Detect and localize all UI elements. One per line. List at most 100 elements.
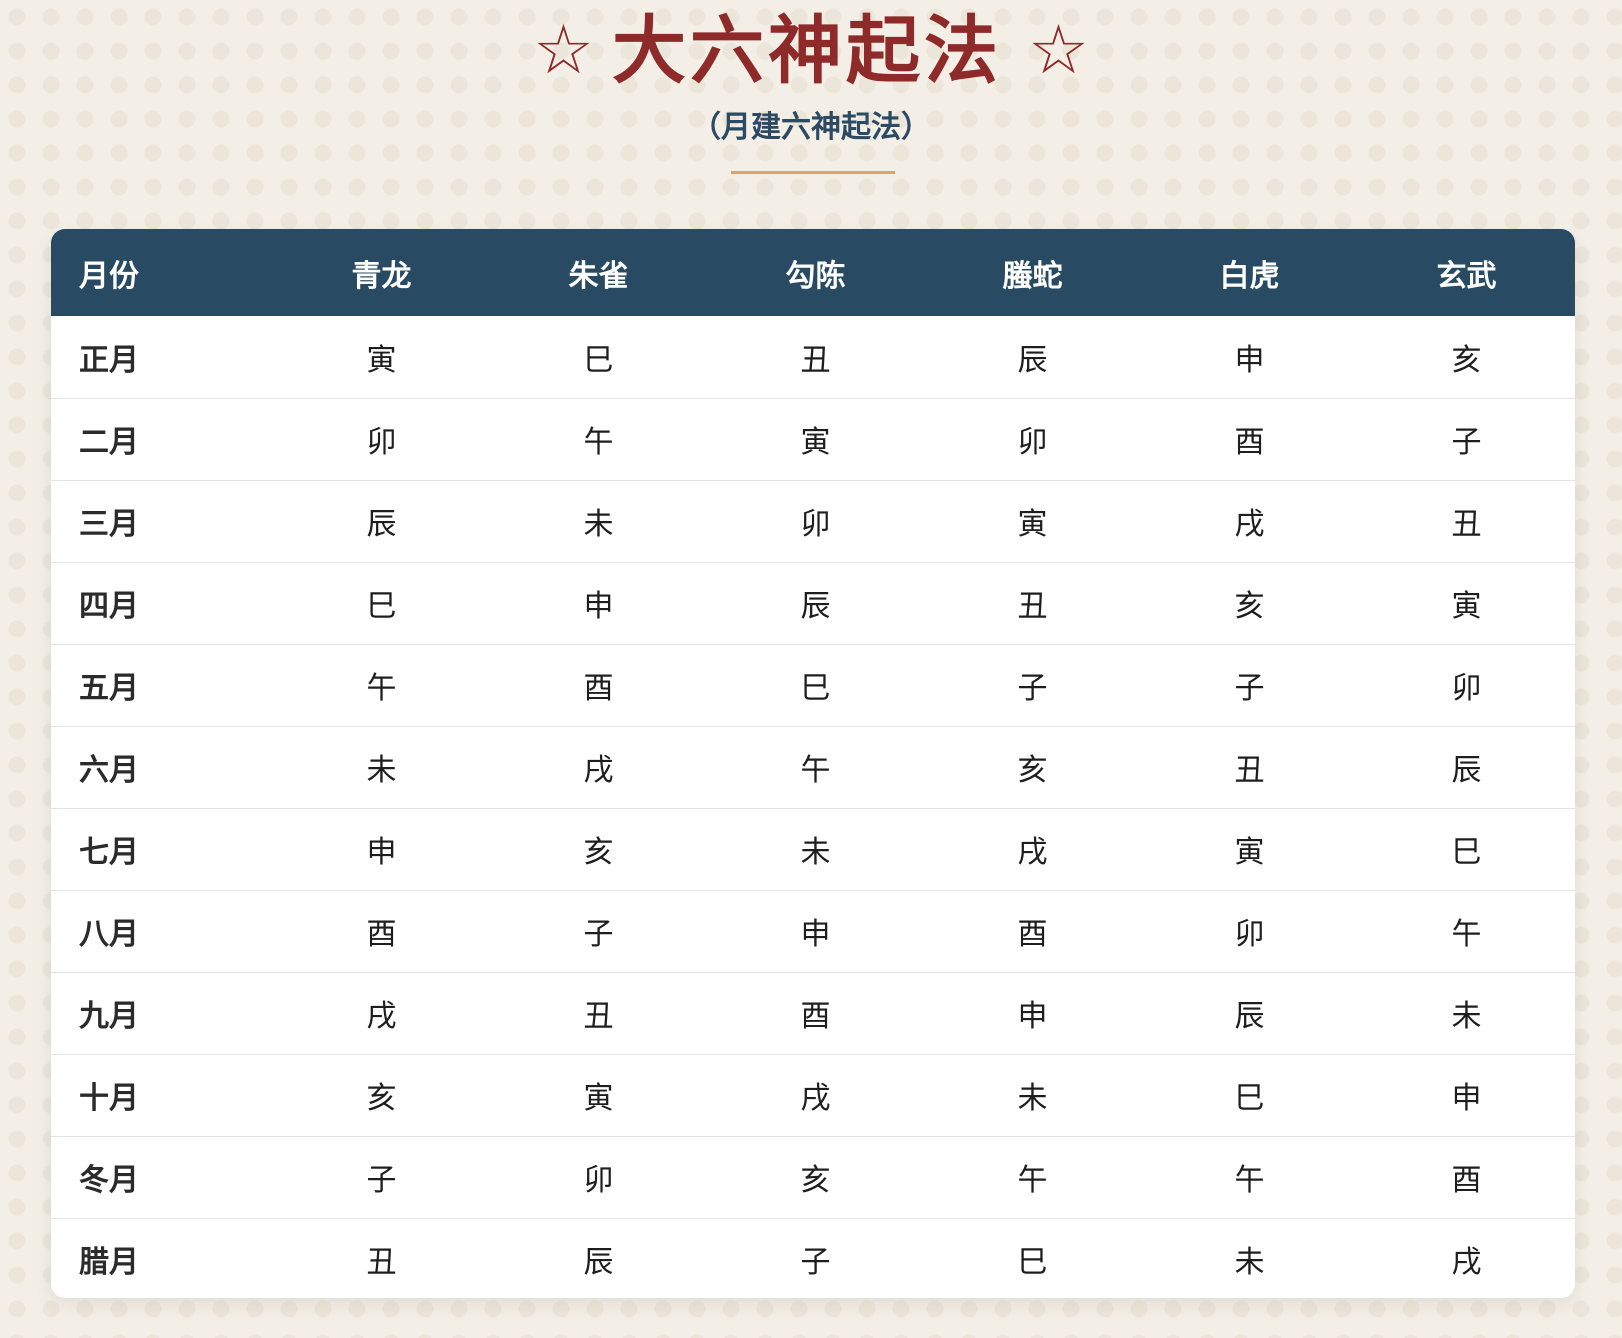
table-cell: 子 (800, 1245, 831, 1281)
table-cell: 未 (800, 835, 831, 870)
table-cell: 子 (583, 917, 614, 952)
table-cell: 丑 (583, 999, 614, 1034)
table-cell: 申 (366, 835, 397, 870)
column-header: 勾陈 (785, 258, 846, 294)
table-cell: 戌 (1451, 1245, 1482, 1281)
table-cell: 酉 (1017, 917, 1048, 952)
table-cell: 寅 (1451, 589, 1482, 624)
table-cell: 酉 (366, 917, 397, 952)
table-cell: 午 (366, 671, 397, 706)
table-cell: 午 (1451, 917, 1482, 952)
table-row: 正月 寅 巳 丑 辰 申 亥 (51, 316, 1575, 398)
table-row: 腊月 丑 辰 子 巳 未 戌 (51, 1218, 1575, 1298)
month-cell: 五月 (79, 671, 139, 706)
table-cell: 卯 (583, 1163, 614, 1198)
table-cell: 未 (1451, 999, 1482, 1034)
table-row: 五月 午 酉 巳 子 子 卯 (51, 644, 1575, 726)
table-cell: 申 (800, 917, 831, 952)
table-row: 四月 巳 申 辰 丑 亥 寅 (51, 562, 1575, 644)
month-cell: 正月 (79, 342, 139, 378)
table-cell: 申 (1017, 999, 1048, 1034)
table-cell: 亥 (583, 835, 614, 870)
table-cell: 亥 (1017, 753, 1048, 788)
table-row: 六月 未 戌 午 亥 丑 辰 (51, 726, 1575, 808)
liushen-table: 月份 青龙 朱雀 勾陈 螣蛇 白虎 玄武 正月寅巳丑辰申亥二月卯午寅卯酉子三月辰未卯寅戌丑四… (51, 229, 1575, 1298)
month-cell: 八月 (79, 917, 139, 952)
star-left-icon: ☆ (533, 11, 594, 90)
month-cell: 四月 (79, 589, 139, 624)
table-cell: 未 (583, 507, 614, 542)
table-cell: 戌 (800, 1081, 831, 1116)
table-row: 二月 卯 午 寅 卯 酉 子 (51, 398, 1575, 480)
table-cell: 巳 (1451, 835, 1482, 870)
table-cell: 辰 (1451, 753, 1482, 788)
table-cell: 辰 (1017, 342, 1048, 378)
table-row: 十月 亥 寅 戌 未 巳 申 (51, 1054, 1575, 1136)
table-cell: 巳 (800, 671, 831, 706)
table-cell: 丑 (1017, 589, 1048, 624)
table-cell: 辰 (1234, 999, 1265, 1034)
column-header: 朱雀 (568, 258, 629, 294)
table-cell: 卯 (1451, 671, 1482, 706)
title-divider (731, 171, 895, 174)
table-row: 三月 辰 未 卯 寅 戌 丑 (51, 480, 1575, 562)
title-row: ☆ 大六神起法 ☆ (0, 6, 1622, 96)
table-cell: 寅 (366, 342, 397, 378)
table-cell: 亥 (366, 1081, 397, 1116)
table-cell: 午 (583, 425, 614, 460)
month-cell: 九月 (79, 999, 139, 1034)
table-cell: 午 (800, 753, 831, 788)
page-title: 大六神起法 (612, 8, 1002, 94)
liushen-table-card: 月份 青龙 朱雀 勾陈 螣蛇 白虎 玄武 正月寅巳丑辰申亥二月卯午寅卯酉子三月辰未卯寅戌丑四… (51, 229, 1575, 1298)
table-cell: 卯 (1234, 917, 1265, 952)
table-cell: 巳 (583, 342, 614, 378)
column-header: 玄武 (1436, 258, 1497, 294)
column-header: 白虎 (1219, 258, 1280, 294)
table-header-row: 月份 青龙 朱雀 勾陈 螣蛇 白虎 玄武 (51, 229, 1575, 316)
star-right-icon: ☆ (1028, 11, 1089, 90)
table-cell: 子 (1017, 671, 1048, 706)
table-cell: 辰 (583, 1245, 614, 1281)
table-cell: 酉 (1451, 1163, 1482, 1198)
table-cell: 卯 (366, 425, 397, 460)
table-cell: 卯 (800, 507, 831, 542)
table-cell: 亥 (1234, 589, 1265, 624)
table-cell: 丑 (366, 1245, 397, 1281)
table-cell: 巳 (366, 589, 397, 624)
table-cell: 午 (1234, 1163, 1265, 1198)
column-header: 螣蛇 (1002, 258, 1063, 294)
table-cell: 戌 (583, 753, 614, 788)
month-cell: 腊月 (79, 1245, 139, 1281)
table-cell: 子 (1451, 425, 1482, 460)
table-cell: 未 (366, 753, 397, 788)
table-cell: 未 (1017, 1081, 1048, 1116)
table-cell: 戌 (1017, 835, 1048, 870)
table-cell: 辰 (800, 589, 831, 624)
table-row: 七月 申 亥 未 戌 寅 巳 (51, 808, 1575, 890)
table-cell: 寅 (1234, 835, 1265, 870)
table-cell: 酉 (1234, 425, 1265, 460)
table-row: 九月 戌 丑 酉 申 辰 未 (51, 972, 1575, 1054)
table-cell: 寅 (1017, 507, 1048, 542)
month-cell: 七月 (79, 835, 139, 870)
table-cell: 未 (1234, 1245, 1265, 1281)
table-header: 月份 青龙 朱雀 勾陈 螣蛇 白虎 玄武 (51, 229, 1575, 316)
table-cell: 丑 (1451, 507, 1482, 542)
column-header: 月份 (79, 258, 139, 294)
table-body: 正月寅巳丑辰申亥二月卯午寅卯酉子三月辰未卯寅戌丑四月巳申辰丑亥寅五月午酉巳子子卯… (51, 316, 1575, 1298)
table-cell: 申 (1451, 1081, 1482, 1116)
table-cell: 寅 (800, 425, 831, 460)
month-cell: 冬月 (79, 1163, 139, 1198)
table-cell: 子 (366, 1163, 397, 1198)
table-cell: 酉 (583, 671, 614, 706)
column-header: 青龙 (351, 258, 412, 294)
table-cell: 卯 (1017, 425, 1048, 460)
table-cell: 寅 (583, 1081, 614, 1116)
table-row: 八月 酉 子 申 酉 卯 午 (51, 890, 1575, 972)
table-cell: 丑 (800, 342, 831, 378)
table-cell: 丑 (1234, 753, 1265, 788)
table-cell: 申 (1234, 342, 1265, 378)
month-cell: 二月 (79, 425, 139, 460)
table-cell: 酉 (800, 999, 831, 1034)
table-cell: 戌 (366, 999, 397, 1034)
